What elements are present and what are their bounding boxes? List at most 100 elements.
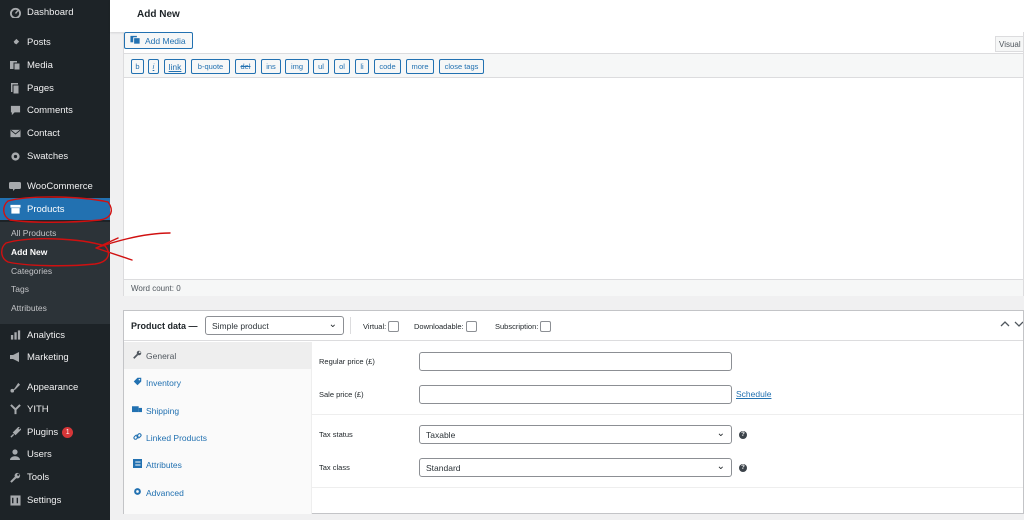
tax-class-select[interactable]: Standard ⌄ (419, 458, 732, 477)
product-data-header: Product data — Simple product ⌄ Virtual:… (124, 311, 1024, 341)
wrench-icon (8, 472, 22, 483)
quicktag-more-button[interactable]: more (406, 59, 434, 74)
menu-item-marketing[interactable]: Marketing (0, 346, 110, 368)
content-editor: Add Media Visual b i link b-quote del in… (123, 32, 1024, 296)
menu-item-label: Media (27, 59, 53, 71)
chevron-up-icon (1000, 321, 1024, 327)
field-group-divider (312, 414, 1023, 415)
downloadable-option: Downloadable: (414, 321, 477, 332)
product-data-tabs: General Inventory Shipping Linked Produc… (124, 342, 312, 514)
menu-item-yith[interactable]: YITH (0, 398, 110, 420)
word-count: Word count: 0 (124, 279, 1023, 296)
submenu-add-new[interactable]: Add New (11, 247, 47, 257)
quicktag-italic-label: i (152, 62, 155, 71)
schedule-link[interactable]: Schedule (736, 389, 771, 399)
tab-label: Shipping (146, 405, 180, 416)
quicktags-toolbar: b i link b-quote del ins img ul ol li co… (124, 53, 1023, 78)
menu-item-dashboard[interactable]: Dashboard (0, 1, 110, 23)
link-icon (132, 432, 142, 443)
tab-general[interactable]: General (124, 342, 311, 369)
downloadable-checkbox[interactable] (465, 321, 477, 332)
menu-item-posts[interactable]: Posts (0, 31, 110, 53)
menu-item-settings[interactable]: Settings (0, 489, 110, 511)
menu-item-comments[interactable]: Comments (0, 99, 110, 121)
menu-item-tools[interactable]: Tools (0, 466, 110, 488)
menu-item-contact[interactable]: Contact (0, 122, 110, 144)
list-icon (132, 459, 142, 470)
menu-item-label: Swatches (27, 150, 69, 162)
gear-icon (132, 487, 142, 498)
quicktag-del-button[interactable]: del (235, 59, 256, 74)
help-tip-icon[interactable]: ? (739, 464, 747, 472)
submenu-categories[interactable]: Categories (11, 266, 52, 276)
virtual-label: Virtual: (363, 322, 387, 331)
menu-item-swatches[interactable]: Swatches (0, 145, 110, 167)
tag-icon (132, 377, 142, 388)
tax-class-label: Tax class (319, 463, 350, 472)
menu-item-media[interactable]: Media (0, 54, 110, 76)
dashboard-icon (8, 7, 22, 18)
regular-price-input[interactable] (419, 352, 732, 371)
menu-item-products[interactable]: Products (0, 198, 110, 220)
help-tip-icon[interactable]: ? (739, 431, 747, 439)
chevron-down-icon: ⌄ (328, 319, 337, 330)
quicktag-li-button[interactable]: li (355, 59, 369, 74)
wrench-icon (132, 350, 142, 361)
chevron-down-icon: ⌄ (716, 428, 725, 439)
menu-item-label: Analytics (27, 329, 66, 341)
tax-status-label: Tax status (319, 430, 353, 439)
menu-item-users[interactable]: Users (0, 443, 110, 465)
tab-visual[interactable]: Visual (995, 36, 1023, 52)
quicktag-bold-button[interactable]: b (131, 59, 144, 74)
quicktag-link-button[interactable]: link (164, 59, 186, 74)
subscription-label: Subscription: (495, 322, 539, 331)
submenu-all-products[interactable]: All Products (11, 228, 56, 238)
settings-icon (8, 494, 22, 506)
menu-item-label: Users (27, 448, 52, 460)
submenu-tags[interactable]: Tags (11, 284, 29, 294)
plugin-update-badge: 1 (62, 426, 74, 438)
menu-item-pages[interactable]: Pages (0, 77, 110, 99)
submenu-attributes[interactable]: Attributes (11, 303, 47, 313)
sale-price-input[interactable] (419, 385, 732, 404)
menu-item-label: Settings (27, 494, 62, 506)
product-type-select[interactable]: Simple product ⌄ (205, 316, 344, 335)
virtual-checkbox[interactable] (388, 321, 400, 332)
admin-sidebar: Dashboard Posts Media Pages Comments Con… (0, 0, 110, 520)
tab-label: Linked Products (146, 432, 207, 443)
tab-linked-products[interactable]: Linked Products (124, 424, 311, 451)
user-icon (8, 448, 22, 460)
quicktag-bquote-button[interactable]: b-quote (191, 59, 230, 74)
quicktag-ins-button[interactable]: ins (261, 59, 281, 74)
page-title: Add New (137, 9, 180, 20)
archive-icon (8, 204, 22, 214)
quicktag-ul-button[interactable]: ul (313, 59, 329, 74)
menu-item-plugins[interactable]: Plugins 1 (0, 421, 110, 443)
content-textarea[interactable] (124, 79, 1023, 279)
tab-inventory[interactable]: Inventory (124, 369, 311, 396)
tab-shipping[interactable]: Shipping (124, 397, 311, 424)
quicktag-close-tags-button[interactable]: close tags (439, 59, 484, 74)
add-media-button[interactable]: Add Media (124, 32, 193, 49)
tax-class-value: Standard (426, 463, 461, 473)
tax-status-select[interactable]: Taxable ⌄ (419, 425, 732, 444)
quicktag-italic-button[interactable]: i (148, 59, 159, 74)
menu-item-label: Plugins (27, 426, 59, 438)
collapse-toggle[interactable] (999, 319, 1024, 332)
menu-item-label: Products (27, 203, 65, 215)
quicktag-code-button[interactable]: code (374, 59, 401, 74)
quicktag-img-button[interactable]: img (285, 59, 309, 74)
tab-advanced[interactable]: Advanced (124, 479, 311, 506)
menu-item-analytics[interactable]: Analytics (0, 324, 110, 346)
menu-item-label: Marketing (27, 351, 69, 363)
menu-item-appearance[interactable]: Appearance (0, 376, 110, 398)
add-media-label: Add Media (145, 35, 186, 46)
chevron-down-icon: ⌄ (716, 461, 725, 472)
tab-attributes[interactable]: Attributes (124, 451, 311, 478)
subscription-checkbox[interactable] (540, 321, 552, 332)
gear-icon (8, 151, 22, 162)
menu-item-woocommerce[interactable]: WooCommerce (0, 175, 110, 197)
menu-item-label: Contact (27, 127, 60, 139)
tax-status-value: Taxable (426, 430, 456, 440)
quicktag-ol-button[interactable]: ol (334, 59, 350, 74)
